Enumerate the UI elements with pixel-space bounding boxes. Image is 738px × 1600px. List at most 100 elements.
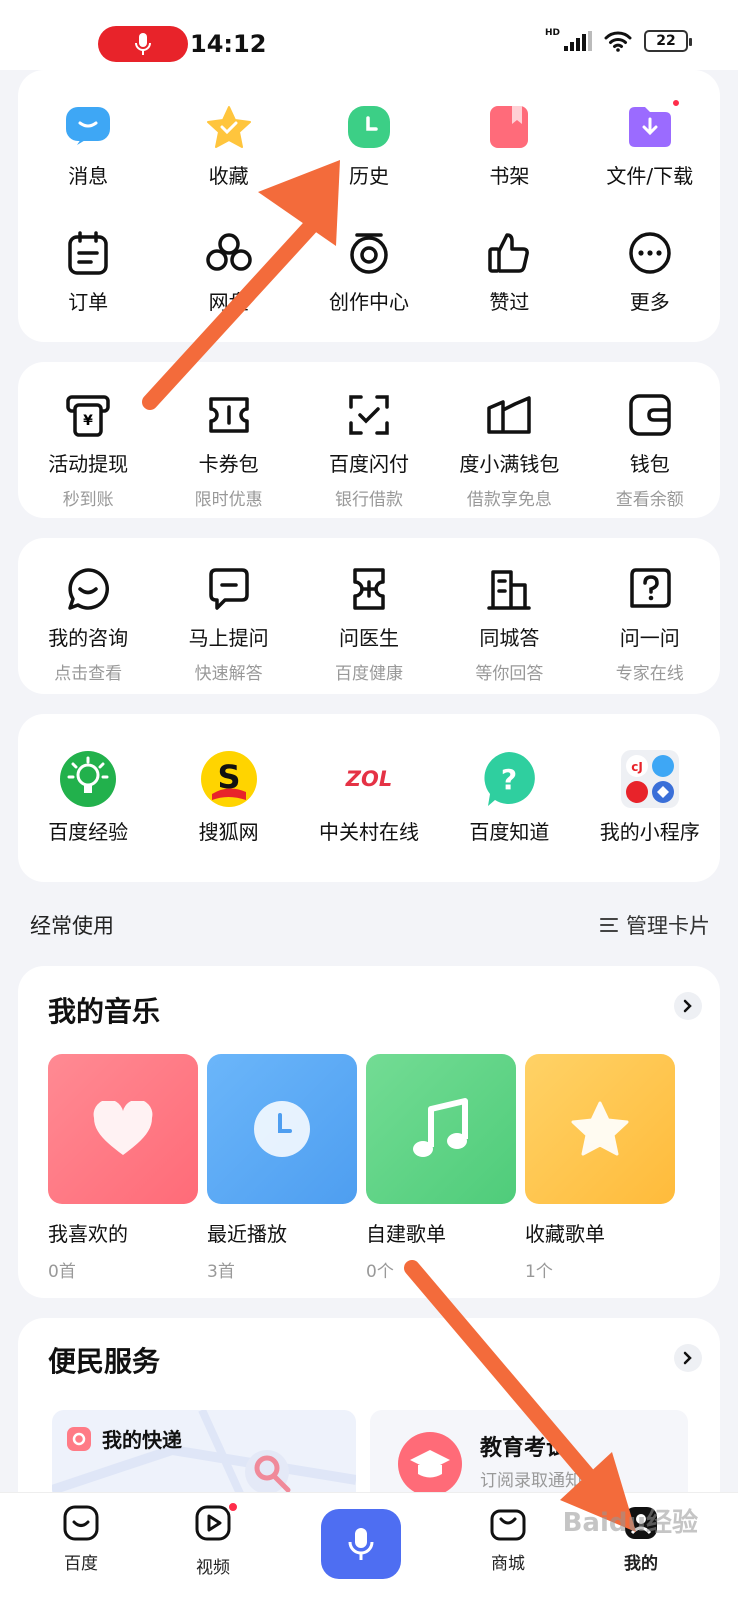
consult-item-ask-now[interactable]: 马上提问 快速解答 [158, 564, 298, 684]
quick-item-label: 创作中心 [328, 290, 409, 314]
svg-text:?: ? [501, 763, 517, 796]
music-name: 收藏歌单 [525, 1222, 605, 1246]
music-name: 最近播放 [207, 1222, 287, 1246]
music-tile-collected[interactable]: 收藏歌单 1个 [525, 1054, 675, 1282]
exam-title: 教育考试 [480, 1436, 569, 1461]
music-count: 3首 [207, 1262, 235, 1282]
exam-subtitle: 订阅录取通知 [480, 1471, 582, 1491]
nav-label: 百度 [64, 1554, 98, 1574]
frequent-title: 经常使用 [30, 914, 114, 938]
consult-label: 问医生 [338, 626, 399, 650]
consult-item-city-answer[interactable]: 同城答 等你回答 [439, 564, 579, 684]
finance-label: 卡券包 [198, 452, 259, 476]
finance-card: ¥ 活动提现 秒到账 卡券包 限时优惠 百度闪付 银行借款 度小满钱包 借款享免… [18, 362, 720, 518]
music-tile-liked[interactable]: 我喜欢的 0首 [48, 1054, 198, 1282]
consult-sub: 专家在线 [615, 664, 684, 684]
consult-label: 同城答 [479, 626, 540, 650]
finance-item-coupon[interactable]: 卡券包 限时优惠 [158, 390, 298, 510]
nav-shop[interactable]: 商城 [463, 1505, 553, 1574]
quick-item-label: 历史 [348, 164, 389, 188]
music-more-button[interactable] [674, 992, 702, 1020]
finance-sub: 秒到账 [62, 490, 114, 510]
flash-pay-icon [349, 395, 389, 435]
notification-dot [227, 1501, 239, 1513]
mic-recording-indicator[interactable] [98, 26, 188, 62]
finance-item-dxm-wallet[interactable]: 度小满钱包 借款享免息 [439, 390, 579, 510]
consult-icon [68, 568, 110, 610]
question-icon [630, 568, 671, 608]
mini-item-sohu[interactable]: S 搜狐网 [158, 750, 298, 845]
finance-item-wallet[interactable]: 钱包 查看余额 [580, 390, 720, 510]
clock-icon [254, 1101, 310, 1157]
nav-baidu[interactable]: 百度 [36, 1505, 126, 1574]
mini-item-zol[interactable]: ZOL 中关村在线 [299, 750, 439, 845]
voice-search-button[interactable] [321, 1509, 401, 1579]
manage-cards-button[interactable]: 管理卡片 [600, 910, 710, 940]
consult-item-my-consult[interactable]: 我的咨询 点击查看 [18, 564, 158, 684]
finance-label: 活动提现 [48, 452, 129, 476]
message-icon [66, 107, 111, 145]
mini-label: 中关村在线 [318, 820, 419, 844]
svg-text:¥: ¥ [83, 413, 93, 429]
quick-item-favorites[interactable]: 收藏 [158, 102, 298, 189]
consult-label: 我的咨询 [48, 626, 129, 650]
quick-item-more[interactable]: 更多 [580, 228, 720, 315]
sohu-icon: S [200, 751, 257, 807]
signal-icon [564, 31, 592, 51]
mini-item-baidu-zhidao[interactable]: ? 百度知道 [439, 750, 579, 845]
quick-item-downloads[interactable]: 文件/下载 [580, 98, 720, 189]
finance-item-flash-pay[interactable]: 百度闪付 银行借款 [299, 390, 439, 510]
mini-item-baidu-jingyan[interactable]: 百度经验 [18, 750, 158, 845]
mini-label: 我的小程序 [599, 820, 700, 844]
music-tile-self-built[interactable]: 自建歌单 0个 [366, 1054, 516, 1282]
quick-item-cloud-disk[interactable]: 网盘 [158, 228, 298, 315]
creation-icon [350, 233, 388, 274]
notification-dot [670, 98, 681, 108]
network-type: HD [544, 28, 560, 38]
mini-item-my-mini-programs[interactable]: cJ 我的小程序 [580, 750, 720, 845]
quick-item-history[interactable]: 历史 [299, 102, 439, 189]
music-card: 我的音乐 我喜欢的 0首 最近播放 3首 自建歌单 0个 收藏歌单 1个 [18, 966, 720, 1298]
consultation-card: 我的咨询 点击查看 马上提问 快速解答 问医生 百度健康 同城答 等你回答 问一… [18, 538, 720, 694]
finance-sub: 银行借款 [334, 490, 403, 510]
express-label: 我的快递 [102, 1428, 182, 1452]
wifi-icon [604, 31, 632, 52]
quick-item-bookshelf[interactable]: 书架 [439, 102, 579, 189]
services-card: 便民服务 我的快递 教育考试 订阅录取通知 [18, 1318, 720, 1520]
quick-item-label: 网盘 [208, 290, 249, 314]
video-icon [195, 1505, 231, 1541]
manage-cards-label: 管理卡片 [626, 914, 710, 938]
nav-label: 视频 [196, 1558, 230, 1578]
list-icon [600, 918, 618, 932]
music-name: 我喜欢的 [48, 1222, 128, 1246]
consult-item-ask-one[interactable]: 问一问 专家在线 [580, 564, 720, 684]
music-tile-recent[interactable]: 最近播放 3首 [207, 1054, 357, 1282]
baidu-jingyan-icon [60, 751, 117, 807]
ask-icon [208, 568, 249, 610]
clock-icon [347, 106, 390, 148]
chevron-right-icon [683, 1351, 692, 1365]
baidu-zhidao-icon: ? [484, 752, 536, 806]
mic-icon [135, 33, 151, 55]
quick-item-liked[interactable]: 赞过 [439, 228, 579, 315]
star-icon [206, 106, 251, 148]
music-count: 1个 [525, 1262, 553, 1282]
mini-label: 百度经验 [48, 820, 129, 844]
consult-item-doctor[interactable]: 问医生 百度健康 [299, 564, 439, 684]
nav-label: 商城 [491, 1554, 525, 1574]
consult-sub: 百度健康 [334, 664, 403, 684]
quick-item-label: 收藏 [208, 164, 249, 188]
finance-item-cash-withdraw[interactable]: ¥ 活动提现 秒到账 [18, 390, 158, 510]
services-more-button[interactable] [674, 1344, 702, 1372]
quick-item-creation-center[interactable]: 创作中心 [299, 228, 439, 315]
status-bar: 14:12 HD 22 [0, 0, 738, 70]
coupon-icon [208, 397, 249, 433]
wallet-icon [629, 394, 671, 436]
quick-item-messages[interactable]: 消息 [18, 102, 158, 189]
svg-text:S: S [217, 758, 240, 796]
nav-video[interactable]: 视频 [168, 1501, 258, 1578]
dxm-wallet-icon [487, 396, 532, 434]
quick-item-label: 书架 [489, 164, 530, 188]
city-answer-icon [487, 570, 532, 610]
quick-item-orders[interactable]: 订单 [18, 228, 158, 315]
